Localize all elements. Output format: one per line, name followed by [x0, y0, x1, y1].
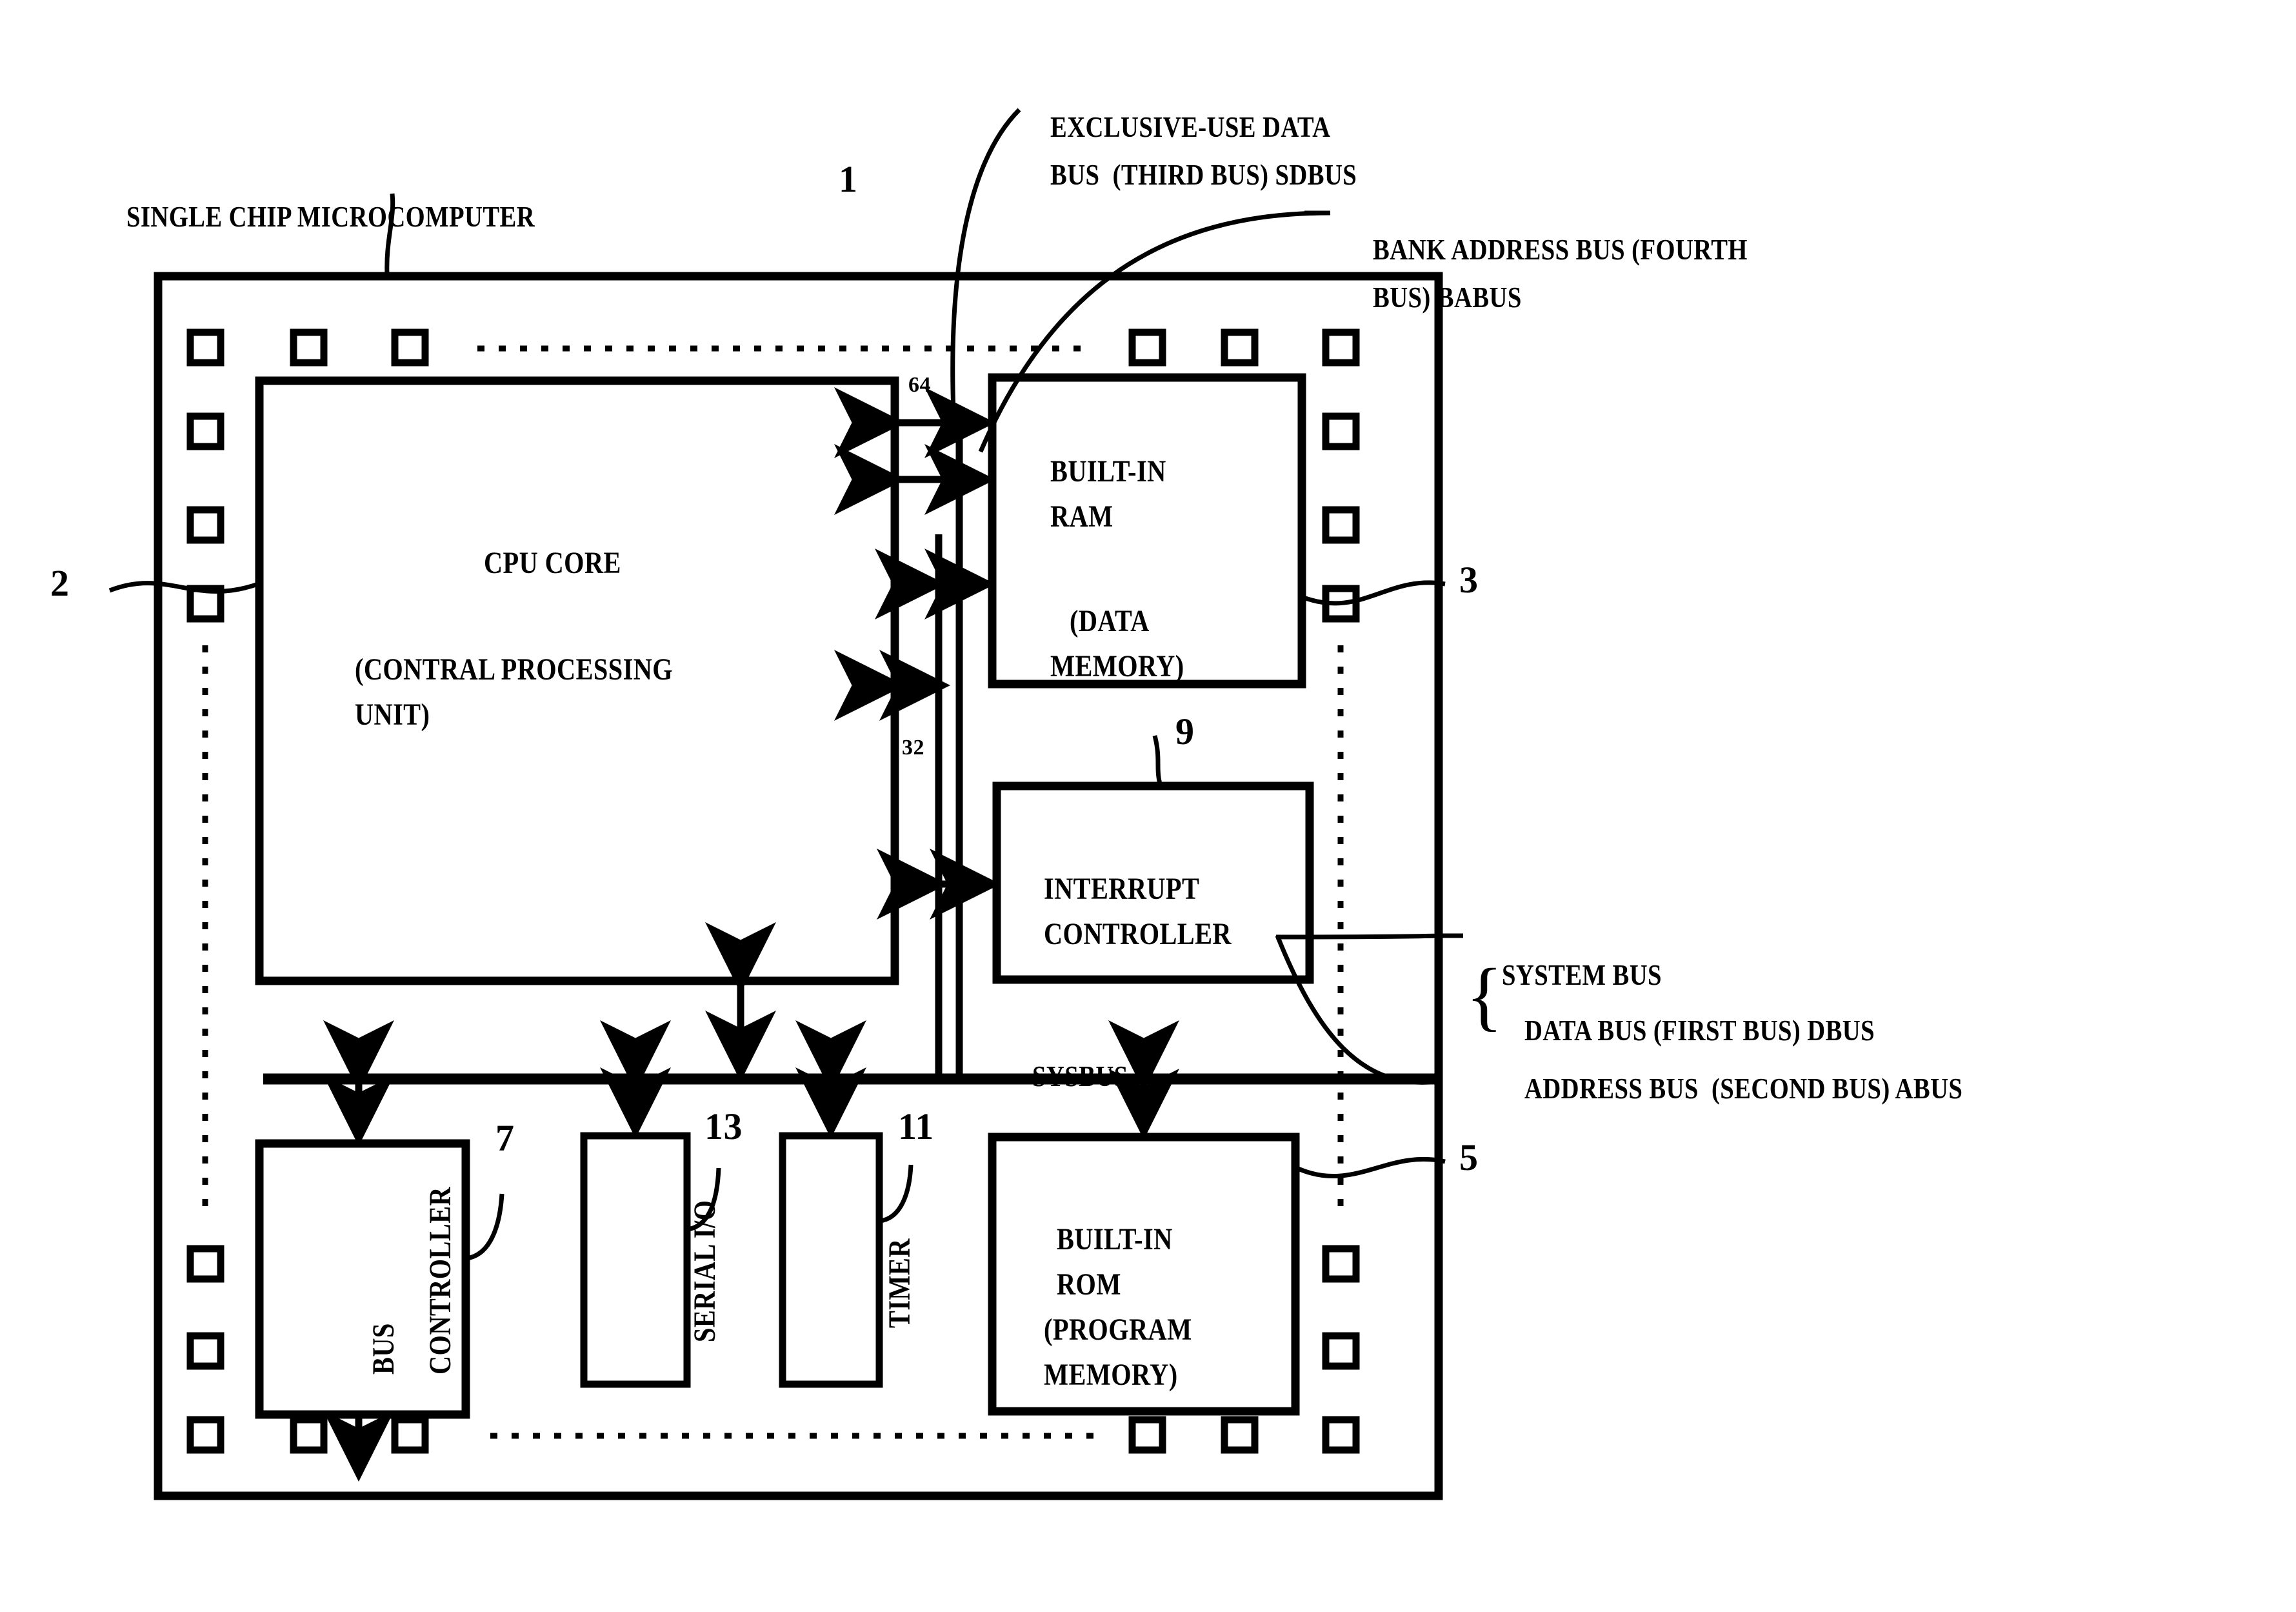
bus-controller-label-line2: CONTROLLER [423, 1187, 457, 1375]
builtin-ram-label-line2: RAM [1050, 499, 1113, 534]
ref-9: 9 [1175, 710, 1195, 752]
annotation-babus-line2: BUS) BABUS [1373, 281, 1522, 314]
bus-width-64: 64 [908, 373, 931, 397]
cpu-core-label-line3: UNIT) [355, 698, 430, 732]
builtin-ram-label-line4: MEMORY) [1050, 649, 1184, 683]
leader-ref-2 [108, 581, 259, 594]
ref-5: 5 [1459, 1136, 1479, 1178]
interrupt-controller-label-line2: CONTROLLER [1044, 917, 1232, 951]
timer-label: TIMER [883, 1238, 917, 1328]
leader-system-bus [1275, 934, 1438, 1085]
ref-3: 3 [1459, 559, 1479, 601]
cpu-core-label-line1: CPU CORE [484, 546, 621, 580]
leader-system-bus-join [1275, 933, 1441, 940]
pad-group-left [186, 412, 225, 1370]
leader-ref-9 [1152, 735, 1164, 790]
ref-11: 11 [898, 1105, 934, 1147]
serial-io-label: SERIAL I/O [688, 1200, 722, 1342]
ref-13: 13 [704, 1105, 743, 1147]
figure-title-ref: 1 [839, 158, 858, 200]
figure-title: SINGLE CHIP MICROCOMPUTER [126, 200, 535, 233]
builtin-rom-label-line4: MEMORY) [1044, 1358, 1178, 1392]
annotation-system-bus-abus: ADDRESS BUS (SECOND BUS) ABUS [1524, 1072, 1963, 1105]
leader-ref-11 [879, 1164, 913, 1224]
ref-7: 7 [495, 1117, 515, 1159]
pad-group-top [186, 328, 1360, 367]
leader-ref-5 [1295, 1156, 1446, 1179]
bus-width-32: 32 [902, 736, 924, 760]
pad-group-right [1322, 412, 1360, 1370]
figure-canvas: SINGLE CHIP MICROCOMPUTER 1 EXCLUSIVE-US… [0, 0, 2296, 1612]
ref-2: 2 [50, 562, 70, 604]
sysbus-label: SYSBUS [1032, 1060, 1128, 1093]
leader-sdbus [950, 108, 1021, 414]
